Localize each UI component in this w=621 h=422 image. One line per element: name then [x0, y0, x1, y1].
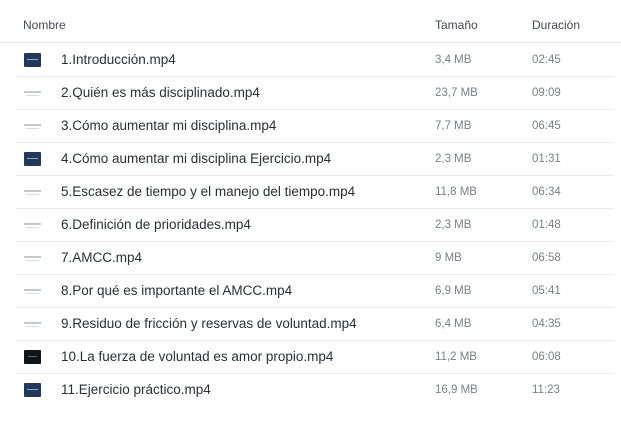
- file-row[interactable]: 9.Residuo de fricción y reservas de volu…: [16, 308, 614, 341]
- file-size: 7,7 MB: [435, 120, 472, 132]
- file-duration: 04:35: [532, 318, 561, 330]
- video-thumbnail-icon: [24, 53, 41, 67]
- file-duration: 09:09: [532, 87, 561, 99]
- file-size: 6,4 MB: [435, 318, 472, 330]
- table-header: Nombre Tamaño Duración: [0, 0, 621, 43]
- file-duration: 01:31: [532, 153, 561, 165]
- file-row[interactable]: 8.Por qué es importante el AMCC.mp4 6,9 M…: [16, 275, 614, 308]
- file-size: 6,9 MB: [435, 285, 472, 297]
- file-row[interactable]: 5.Escasez de tiempo y el manejo del tiem…: [16, 176, 614, 209]
- file-row[interactable]: 7.AMCC.mp4 9 MB 06:58: [16, 242, 614, 275]
- video-thumbnail-icon: [24, 383, 41, 397]
- file-row[interactable]: 1.Introducción.mp4 3,4 MB 02:45: [16, 44, 614, 77]
- file-size: 11,2 MB: [435, 351, 477, 363]
- file-row[interactable]: 6.Definición de prioridades.mp4 2,3 MB 01:…: [16, 209, 614, 242]
- file-size: 2,3 MB: [435, 153, 472, 165]
- file-row[interactable]: 11.Ejercicio práctico.mp4 16,9 MB 11:23: [16, 374, 614, 406]
- file-row[interactable]: 2.Quién es más disciplinado.mp4 23,7 MB 09…: [16, 77, 614, 110]
- file-size: 3,4 MB: [435, 54, 472, 66]
- file-name[interactable]: 8.Por qué es importante el AMCC.mp4: [61, 283, 292, 298]
- file-name[interactable]: 1.Introducción.mp4: [61, 52, 176, 67]
- file-row[interactable]: 10.La fuerza de voluntad es amor propio.…: [16, 341, 614, 374]
- file-row[interactable]: 4.Cómo aumentar mi disciplina Ejercicio.…: [16, 143, 614, 176]
- video-thumbnail-icon: [24, 86, 41, 100]
- file-duration: 01:48: [532, 219, 561, 231]
- file-name[interactable]: 2.Quién es más disciplinado.mp4: [61, 85, 260, 100]
- column-header-size[interactable]: Tamaño: [435, 18, 478, 32]
- video-thumbnail-icon: [24, 185, 41, 199]
- file-list: 1.Introducción.mp4 3,4 MB 02:45 2.Quién es …: [0, 44, 621, 406]
- column-header-duration[interactable]: Duración: [532, 18, 580, 32]
- video-thumbnail-icon: [24, 218, 41, 232]
- video-thumbnail-icon: [24, 350, 41, 364]
- file-name[interactable]: 9.Residuo de fricción y reservas de volu…: [61, 316, 357, 331]
- video-thumbnail-icon: [24, 251, 41, 265]
- file-name[interactable]: 6.Definición de prioridades.mp4: [61, 217, 251, 232]
- file-row[interactable]: 3.Cómo aumentar mi disciplina.mp4 7,7 MB 0…: [16, 110, 614, 143]
- video-thumbnail-icon: [24, 317, 41, 331]
- video-thumbnail-icon: [24, 284, 41, 298]
- column-header-name[interactable]: Nombre: [23, 18, 66, 32]
- file-size: 23,7 MB: [435, 87, 478, 99]
- file-name[interactable]: 11.Ejercicio práctico.mp4: [61, 382, 211, 397]
- video-thumbnail-icon: [24, 152, 41, 166]
- file-duration: 06:58: [532, 252, 561, 264]
- file-size: 9 MB: [435, 252, 462, 264]
- file-size: 2,3 MB: [435, 219, 472, 231]
- file-duration: 06:08: [532, 351, 561, 363]
- file-name[interactable]: 7.AMCC.mp4: [61, 250, 142, 265]
- file-duration: 02:45: [532, 54, 561, 66]
- file-duration: 05:41: [532, 285, 561, 297]
- file-duration: 06:45: [532, 120, 561, 132]
- file-size: 11,8 MB: [435, 186, 477, 198]
- file-name[interactable]: 3.Cómo aumentar mi disciplina.mp4: [61, 118, 276, 133]
- file-name[interactable]: 10.La fuerza de voluntad es amor propio.…: [61, 349, 333, 364]
- file-name[interactable]: 4.Cómo aumentar mi disciplina Ejercicio.…: [61, 151, 331, 166]
- file-duration: 06:34: [532, 186, 561, 198]
- file-size: 16,9 MB: [435, 384, 478, 396]
- file-table: Nombre Tamaño Duración 1.Introducción.mp…: [0, 0, 621, 406]
- video-thumbnail-icon: [24, 119, 41, 133]
- file-name[interactable]: 5.Escasez de tiempo y el manejo del tiem…: [61, 184, 355, 199]
- file-duration: 11:23: [532, 384, 560, 396]
